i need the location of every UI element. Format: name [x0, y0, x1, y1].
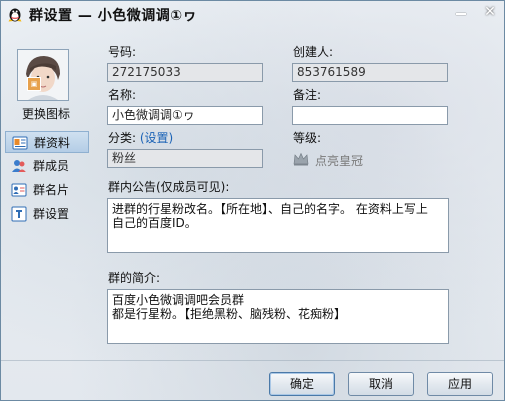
category-label-text: 分类: — [108, 131, 137, 145]
change-icon-link[interactable]: 更换图标 — [1, 105, 91, 122]
name-label: 名称: — [108, 88, 137, 102]
creator-label: 创建人: — [293, 45, 334, 59]
minimize-button[interactable] — [450, 3, 472, 21]
avatar-badge-icon: ▣ — [27, 77, 41, 91]
level-label: 等级: — [293, 131, 322, 145]
number-field[interactable]: 272175033 — [107, 63, 263, 82]
notice-textarea[interactable]: 进群的行星粉改名。【所在地】、自己的名字。 在资料上写上 自己的百度ID。 — [107, 198, 449, 253]
sidebar: ▣ 更换图标 群资料 群成员 群名片 群设置 — [1, 27, 91, 402]
footer-divider — [1, 360, 504, 361]
category-label: 分类: (设置) — [108, 129, 173, 146]
group-members-icon — [12, 160, 26, 172]
cancel-button[interactable]: 取消 — [348, 372, 414, 396]
creator-field[interactable]: 853761589 — [292, 63, 448, 82]
category-settings-link[interactable]: (设置) — [140, 131, 173, 145]
group-settings-icon — [11, 206, 27, 222]
window-title: 群设置 — 小色微调调①ヮ — [29, 8, 198, 24]
group-settings-window: 群设置 — 小色微调调①ヮ ✕ ▣ 更换图标 群资料 群成员 群名片 群设置 号… — [0, 0, 505, 401]
category-field[interactable]: 粉丝 — [107, 149, 263, 168]
qq-penguin-icon — [8, 8, 22, 22]
sidebar-item-group-settings[interactable]: 群设置 — [5, 203, 89, 225]
crown-icon — [293, 152, 309, 166]
note-field[interactable] — [292, 106, 448, 125]
sidebar-item-label: 群名片 — [33, 183, 70, 197]
group-avatar[interactable] — [17, 49, 69, 101]
ok-button[interactable]: 确定 — [269, 372, 335, 396]
avatar-image — [18, 50, 68, 100]
sidebar-item-label: 群设置 — [33, 207, 70, 221]
level-value[interactable]: 点亮皇冠 — [315, 152, 363, 169]
note-label: 备注: — [293, 88, 322, 102]
sidebar-item-label: 群成员 — [33, 159, 70, 173]
intro-label: 群的简介: — [108, 271, 161, 285]
apply-button[interactable]: 应用 — [427, 372, 493, 396]
minimize-icon — [456, 13, 466, 15]
group-info-icon — [12, 136, 28, 150]
group-card-icon — [11, 183, 27, 197]
close-icon: ✕ — [484, 4, 496, 20]
sidebar-item-group-card[interactable]: 群名片 — [5, 179, 89, 201]
name-field[interactable]: 小色微调调①ヮ — [107, 106, 263, 125]
sidebar-item-group-members[interactable]: 群成员 — [5, 155, 89, 177]
close-button[interactable]: ✕ — [479, 3, 501, 21]
title-bar[interactable]: 群设置 — 小色微调调①ヮ ✕ — [1, 1, 504, 27]
intro-textarea[interactable]: 百度小色微调调吧会员群 都是行星粉。【拒绝黑粉、脑残粉、花痴粉】 — [107, 289, 449, 344]
sidebar-item-label: 群资料 — [34, 136, 71, 150]
notice-label: 群内公告(仅成员可见): — [108, 180, 230, 194]
sidebar-item-group-info[interactable]: 群资料 — [5, 131, 89, 153]
number-label: 号码: — [108, 45, 137, 59]
